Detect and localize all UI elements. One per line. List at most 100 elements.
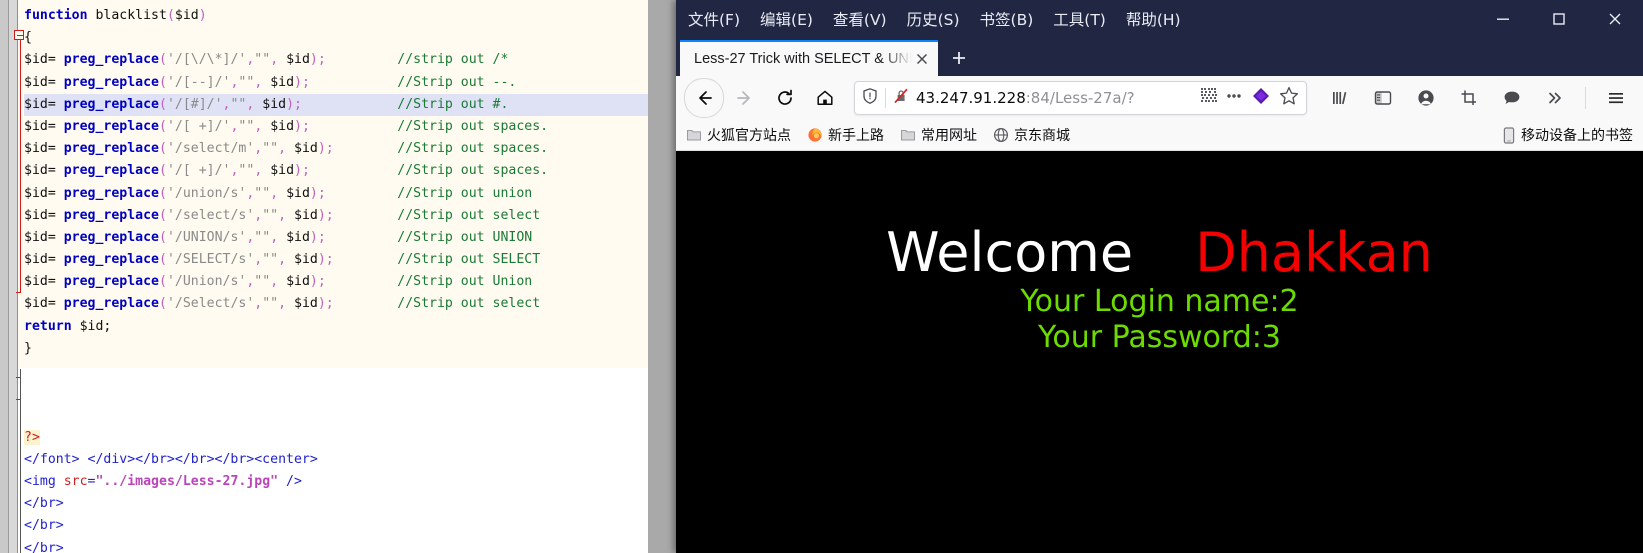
code-lines[interactable]: function blacklist($id){$id= preg_replac… xyxy=(24,5,648,553)
code-line[interactable]: $id= preg_replace('/UNION/s',"", $id); /… xyxy=(24,227,648,249)
insecure-lock-icon[interactable] xyxy=(892,87,910,110)
code-line[interactable]: } xyxy=(24,338,648,360)
code-token: $id xyxy=(286,229,310,245)
bookmark-label: 常用网址 xyxy=(921,128,977,144)
bookmark-item-0[interactable]: 火狐官方站点 xyxy=(686,125,791,145)
account-icon[interactable] xyxy=(1407,79,1445,117)
code-line[interactable] xyxy=(24,382,648,404)
toolbar-icons xyxy=(1317,79,1635,117)
home-button[interactable] xyxy=(806,79,844,117)
code-line[interactable]: $id= preg_replace('/Select/s',"", $id); … xyxy=(24,293,648,315)
code-token: preg_replace xyxy=(63,118,159,134)
code-token: //Strip out select xyxy=(397,296,541,312)
code-line[interactable]: $id= preg_replace('/[ +]/',"", $id); //S… xyxy=(24,116,648,138)
screenshot-icon[interactable] xyxy=(1450,79,1488,117)
code-line[interactable] xyxy=(24,404,648,426)
code-line[interactable]: <img src="../images/Less-27.jpg" /> xyxy=(24,471,648,493)
code-fold-toggle-icon[interactable] xyxy=(14,30,24,40)
editor-gutter-strip[interactable] xyxy=(0,0,9,553)
code-line[interactable]: </br> xyxy=(24,493,648,515)
menu-bar[interactable]: 文件(F) 编辑(E) 查看(V) 历史(S) 书签(B) 工具(T) 帮助(H) xyxy=(676,8,1181,30)
code-line[interactable]: </br> xyxy=(24,538,648,553)
code-token: "" xyxy=(238,118,255,134)
new-tab-button[interactable] xyxy=(938,40,980,76)
menu-help[interactable]: 帮助(H) xyxy=(1126,8,1181,30)
code-token: '/Select/s' xyxy=(166,296,255,312)
qr-code-icon[interactable] xyxy=(1199,86,1218,110)
sidebar-icon[interactable] xyxy=(1364,79,1402,117)
menu-bookmarks[interactable]: 书签(B) xyxy=(980,8,1034,30)
bookmark-item-3[interactable]: 京东商城 xyxy=(993,125,1070,145)
address-bar[interactable]: 43.247.91.228:84/Less-27a/? xyxy=(854,81,1307,115)
minimize-button[interactable] xyxy=(1475,0,1531,38)
back-button[interactable] xyxy=(684,78,724,118)
tab-close-icon[interactable] xyxy=(912,49,932,69)
reload-button[interactable] xyxy=(766,79,804,117)
code-line[interactable]: { xyxy=(24,27,648,49)
code-token: ); xyxy=(309,185,326,201)
folder-icon xyxy=(686,127,702,143)
code-line[interactable]: $id= preg_replace('/[ +]/',"", $id); //S… xyxy=(24,160,648,182)
hamburger-menu-icon[interactable] xyxy=(1597,79,1635,117)
code-token: <img xyxy=(24,473,64,489)
code-line[interactable]: $id= preg_replace('/[--]/',"", $id); //S… xyxy=(24,72,648,94)
code-line[interactable]: $id= preg_replace('/Union/s',"", $id); /… xyxy=(24,271,648,293)
maximize-button[interactable] xyxy=(1531,0,1587,38)
menu-file[interactable]: 文件(F) xyxy=(688,8,740,30)
code-line[interactable]: $id= preg_replace('/select/s',"", $id); … xyxy=(24,205,648,227)
close-button[interactable] xyxy=(1587,0,1643,38)
code-line[interactable]: $id= preg_replace('/[#]/',"", $id); //St… xyxy=(24,93,648,116)
bookmark-star-icon[interactable] xyxy=(1278,85,1300,112)
code-line[interactable]: </br> xyxy=(24,515,648,537)
overflow-chevrons-icon[interactable] xyxy=(1536,79,1574,117)
code-token: $id xyxy=(270,163,295,179)
code-token: $id; xyxy=(79,318,112,334)
code-token: ( xyxy=(158,207,167,223)
globe-icon xyxy=(993,127,1009,143)
code-token: $id= xyxy=(24,185,64,201)
code-line[interactable]: $id= preg_replace('/[\/\*]/',"", $id); /… xyxy=(24,49,648,71)
code-token: ( xyxy=(158,163,167,179)
tracking-shield-icon[interactable] xyxy=(861,87,879,110)
menu-view[interactable]: 查看(V) xyxy=(833,8,887,30)
code-token: </br> xyxy=(24,540,64,553)
code-token: ( xyxy=(158,118,167,134)
bookmark-item-2[interactable]: 常用网址 xyxy=(900,125,977,145)
code-token: $id= xyxy=(24,163,64,179)
code-token: '/union/s' xyxy=(166,185,247,201)
code-editor-pane[interactable]: function blacklist($id){$id= preg_replac… xyxy=(0,0,648,553)
code-token: , xyxy=(278,141,295,157)
code-token: ( xyxy=(158,229,167,245)
page-actions-icon[interactable] xyxy=(1224,86,1244,111)
code-token: //Strip out spaces. xyxy=(397,118,549,134)
code-line[interactable]: return $id; xyxy=(24,316,648,338)
chat-icon[interactable] xyxy=(1493,79,1531,117)
code-token: , xyxy=(278,252,295,268)
forward-button[interactable] xyxy=(726,79,764,117)
code-line[interactable]: $id= preg_replace('/SELECT/s',"", $id); … xyxy=(24,249,648,271)
code-token: preg_replace xyxy=(63,74,159,90)
code-line[interactable]: ?> xyxy=(24,427,648,449)
code-token: $id= xyxy=(24,229,64,245)
browser-tab-active[interactable]: Less-27 Trick with SELECT & UNION xyxy=(680,40,938,76)
code-token: "" xyxy=(230,96,247,112)
library-icon[interactable] xyxy=(1321,79,1359,117)
pocket-icon[interactable] xyxy=(1250,85,1272,112)
menu-history[interactable]: 历史(S) xyxy=(907,8,960,30)
bookmark-item-1[interactable]: 新手上路 xyxy=(807,125,884,145)
bookmarks-mobile-folder[interactable]: 移动设备上的书签 xyxy=(1502,125,1633,145)
code-line[interactable]: </font> </div></br></br></br><center> xyxy=(24,449,648,471)
bookmarks-toolbar[interactable]: 火狐官方站点 新手上路 常用网址 京东商城 移动设备上的书签 xyxy=(676,120,1643,151)
code-line[interactable]: function blacklist($id) xyxy=(24,5,648,27)
editor-fold-gutter[interactable] xyxy=(9,0,18,553)
toolbar-separator xyxy=(1585,87,1586,109)
menu-tools[interactable]: 工具(T) xyxy=(1053,8,1106,30)
code-line[interactable]: $id= preg_replace('/select/m',"", $id); … xyxy=(24,138,648,160)
code-token: } xyxy=(24,340,32,356)
code-token: //Strip out spaces. xyxy=(397,141,549,157)
url-host: 43.247.91.228 xyxy=(916,89,1026,107)
code-line[interactable] xyxy=(24,360,648,382)
code-line[interactable]: $id= preg_replace('/union/s',"", $id); /… xyxy=(24,183,648,205)
menu-edit[interactable]: 编辑(E) xyxy=(760,8,813,30)
